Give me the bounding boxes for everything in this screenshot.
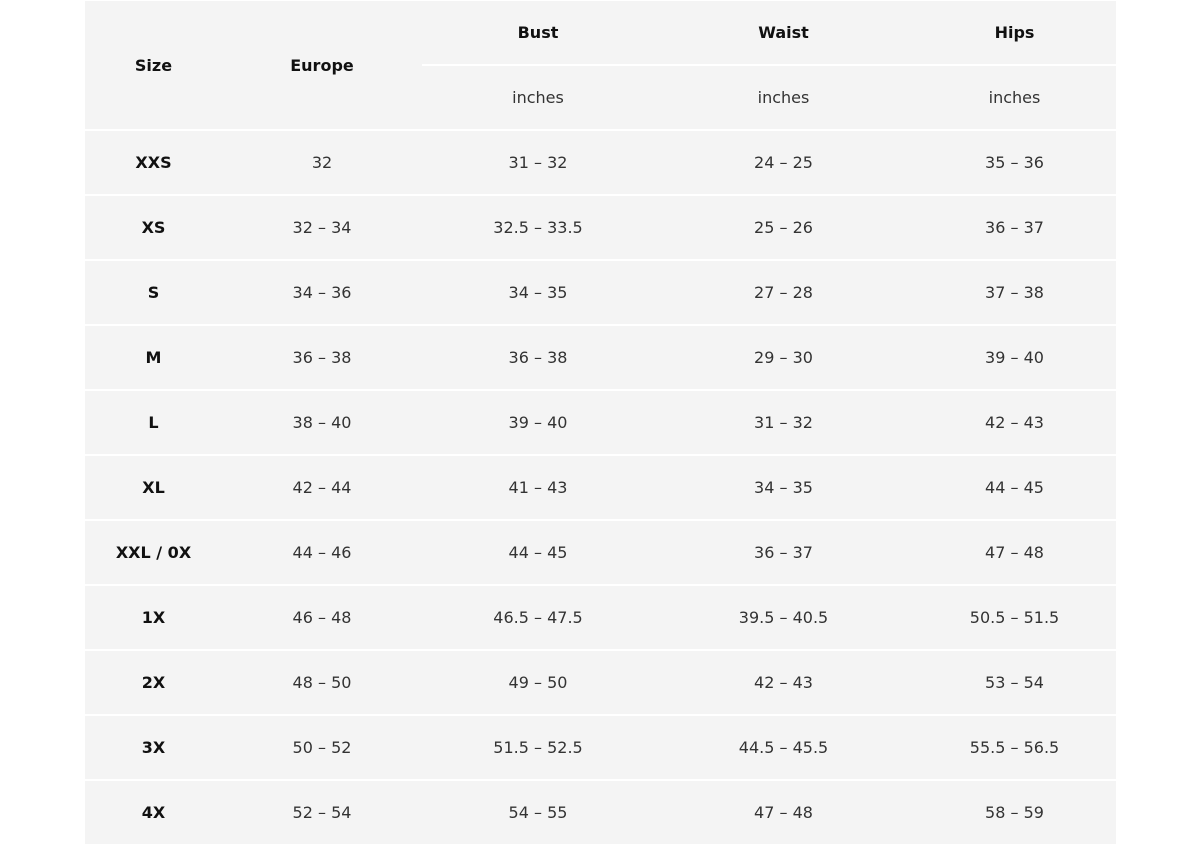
cell-hips: 35 – 36 — [913, 131, 1116, 196]
cell-europe: 38 – 40 — [222, 391, 422, 456]
cell-europe: 46 – 48 — [222, 586, 422, 651]
cell-hips: 42 – 43 — [913, 391, 1116, 456]
cell-hips: 50.5 – 51.5 — [913, 586, 1116, 651]
cell-europe: 32 – 34 — [222, 196, 422, 261]
cell-size: M — [85, 326, 222, 391]
cell-bust: 32.5 – 33.5 — [422, 196, 654, 261]
cell-waist: 39.5 – 40.5 — [654, 586, 913, 651]
header-europe: Europe — [222, 1, 422, 131]
cell-hips: 53 – 54 — [913, 651, 1116, 716]
cell-size: XXS — [85, 131, 222, 196]
cell-europe: 50 – 52 — [222, 716, 422, 781]
cell-size: XXL / 0X — [85, 521, 222, 586]
cell-bust: 54 – 55 — [422, 781, 654, 846]
cell-hips: 39 – 40 — [913, 326, 1116, 391]
header-row: Size Europe Bust Waist Hips — [85, 1, 1116, 131]
cell-size: XS — [85, 196, 222, 261]
table-row: 2X 48 – 50 49 – 50 42 – 43 53 – 54 — [85, 651, 1116, 716]
cell-waist: 34 – 35 — [654, 456, 913, 521]
cell-waist: 25 – 26 — [654, 196, 913, 261]
cell-size: S — [85, 261, 222, 326]
cell-bust: 41 – 43 — [422, 456, 654, 521]
cell-europe: 52 – 54 — [222, 781, 422, 846]
cell-waist: 42 – 43 — [654, 651, 913, 716]
unit-hips: inches — [913, 66, 1116, 131]
cell-size: 2X — [85, 651, 222, 716]
cell-waist: 36 – 37 — [654, 521, 913, 586]
cell-size: 3X — [85, 716, 222, 781]
cell-waist: 47 – 48 — [654, 781, 913, 846]
header-size: Size — [85, 1, 222, 131]
cell-waist: 24 – 25 — [654, 131, 913, 196]
cell-hips: 37 – 38 — [913, 261, 1116, 326]
cell-bust: 34 – 35 — [422, 261, 654, 326]
table-row: L 38 – 40 39 – 40 31 – 32 42 – 43 — [85, 391, 1116, 456]
cell-europe: 32 — [222, 131, 422, 196]
table-row: 1X 46 – 48 46.5 – 47.5 39.5 – 40.5 50.5 – 51… — [85, 586, 1116, 651]
header-bust: Bust — [422, 1, 654, 66]
cell-size: XL — [85, 456, 222, 521]
cell-hips: 55.5 – 56.5 — [913, 716, 1116, 781]
cell-waist: 44.5 – 45.5 — [654, 716, 913, 781]
cell-bust: 31 – 32 — [422, 131, 654, 196]
cell-hips: 36 – 37 — [913, 196, 1116, 261]
table-row: S 34 – 36 34 – 35 27 – 28 37 – 38 — [85, 261, 1116, 326]
table-row: XL 42 – 44 41 – 43 34 – 35 44 – 45 — [85, 456, 1116, 521]
cell-europe: 48 – 50 — [222, 651, 422, 716]
unit-waist: inches — [654, 66, 913, 131]
cell-bust: 39 – 40 — [422, 391, 654, 456]
header-hips: Hips — [913, 1, 1116, 66]
cell-hips: 47 – 48 — [913, 521, 1116, 586]
cell-waist: 27 – 28 — [654, 261, 913, 326]
cell-europe: 44 – 46 — [222, 521, 422, 586]
cell-size: L — [85, 391, 222, 456]
table-row: XS 32 – 34 32.5 – 33.5 25 – 26 36 – 37 — [85, 196, 1116, 261]
size-chart: Size Europe Bust Waist Hips inches inche… — [85, 1, 1116, 848]
cell-hips: 58 – 59 — [913, 781, 1116, 846]
size-chart-table: Size Europe Bust Waist Hips inches inche… — [85, 1, 1116, 846]
cell-europe: 42 – 44 — [222, 456, 422, 521]
size-rows: XXS 32 31 – 32 24 – 25 35 – 36 XS 32 – 34 32.5 … — [85, 131, 1116, 846]
table-row: 3X 50 – 52 51.5 – 52.5 44.5 – 45.5 55.5 – 56… — [85, 716, 1116, 781]
cell-bust: 44 – 45 — [422, 521, 654, 586]
table-row: XXS 32 31 – 32 24 – 25 35 – 36 — [85, 131, 1116, 196]
cell-europe: 36 – 38 — [222, 326, 422, 391]
header-waist: Waist — [654, 1, 913, 66]
cell-waist: 31 – 32 — [654, 391, 913, 456]
cell-size: 4X — [85, 781, 222, 846]
cell-size: 1X — [85, 586, 222, 651]
cell-waist: 29 – 30 — [654, 326, 913, 391]
cell-bust: 36 – 38 — [422, 326, 654, 391]
cell-bust: 51.5 – 52.5 — [422, 716, 654, 781]
cell-europe: 34 – 36 — [222, 261, 422, 326]
cell-hips: 44 – 45 — [913, 456, 1116, 521]
table-row: XXL / 0X 44 – 46 44 – 45 36 – 37 47 – 48 — [85, 521, 1116, 586]
cell-bust: 46.5 – 47.5 — [422, 586, 654, 651]
unit-bust: inches — [422, 66, 654, 131]
table-row: M 36 – 38 36 – 38 29 – 30 39 – 40 — [85, 326, 1116, 391]
table-row: 4X 52 – 54 54 – 55 47 – 48 58 – 59 — [85, 781, 1116, 846]
cell-bust: 49 – 50 — [422, 651, 654, 716]
